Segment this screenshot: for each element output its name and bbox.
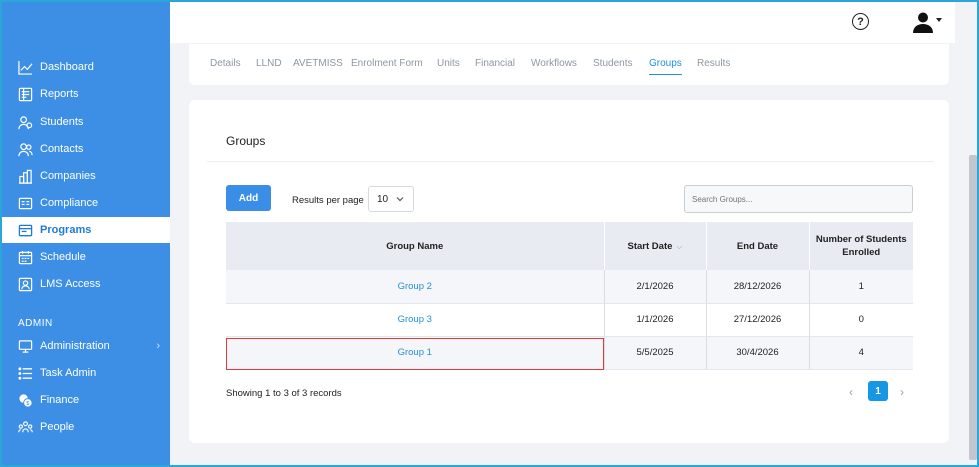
add-group-button[interactable]: Add: [226, 185, 271, 211]
groups-table: Group Name Start Date ⌵ End Date Number o…: [226, 222, 913, 370]
sidebar-item-label: Companies: [40, 170, 96, 182]
top-bar: ?: [170, 2, 955, 43]
pagination-page-button[interactable]: 1: [868, 381, 888, 401]
tab-details[interactable]: Details: [210, 58, 241, 69]
tab-students[interactable]: Students: [593, 58, 632, 69]
sidebar: Dashboard Reports Students Contacts Comp…: [2, 2, 170, 465]
tab-groups[interactable]: Groups: [649, 58, 682, 75]
tab-units[interactable]: Units: [437, 58, 460, 69]
sort-icon: ⌵: [676, 241, 683, 251]
records-info: Showing 1 to 3 of 3 records: [226, 388, 342, 399]
sidebar-item-task-admin[interactable]: Task Admin: [2, 360, 170, 386]
page-title: Groups: [226, 134, 266, 148]
report-icon: [18, 87, 33, 102]
lms-icon: [18, 277, 33, 292]
sidebar-item-label: Schedule: [40, 251, 86, 263]
program-tabs: Details LLND AVETMISS Enrolment Form Uni…: [189, 44, 949, 85]
end-date-cell: 30/4/2026: [706, 336, 810, 370]
students-icon: [18, 115, 33, 130]
sidebar-item-lms-access[interactable]: LMS Access: [2, 271, 170, 297]
sidebar-item-label: Task Admin: [40, 367, 97, 379]
enrolled-count-cell: 4: [809, 336, 913, 370]
results-per-page-select[interactable]: 10: [368, 186, 414, 212]
group-name-link[interactable]: Group 1: [398, 347, 432, 358]
enrolled-count-cell: 1: [809, 270, 913, 304]
results-per-page-label: Results per page: [292, 195, 364, 206]
sidebar-item-dashboard[interactable]: Dashboard: [2, 54, 170, 80]
table-row: Group 1 5/5/2025 30/4/2026 4: [226, 336, 913, 370]
companies-icon: [18, 169, 33, 184]
start-date-cell: 2/1/2026: [604, 270, 707, 304]
start-date-cell: 5/5/2025: [604, 336, 707, 370]
sidebar-item-reports[interactable]: Reports: [2, 81, 170, 107]
sidebar-item-finance[interactable]: $ Finance: [2, 387, 170, 413]
sidebar-section-admin: ADMIN: [18, 318, 53, 329]
sidebar-item-administration[interactable]: Administration ›: [2, 333, 170, 359]
help-icon[interactable]: ?: [852, 13, 869, 30]
search-groups-input[interactable]: [684, 185, 913, 213]
table-row: Group 3 1/1/2026 27/12/2026 0: [226, 303, 913, 337]
sidebar-item-label: Finance: [40, 394, 80, 406]
groups-card: Groups Add Results per page 10 Group Nam…: [189, 100, 949, 443]
people-icon: [18, 420, 33, 435]
pagination-next-button[interactable]: ›: [900, 385, 904, 399]
end-date-cell: 28/12/2026: [706, 270, 810, 304]
schedule-icon: [18, 250, 33, 265]
sidebar-item-students[interactable]: Students: [2, 109, 170, 135]
programs-icon: [18, 223, 33, 238]
column-header-students-enrolled[interactable]: Number of Students Enrolled: [809, 222, 913, 270]
tab-results[interactable]: Results: [697, 58, 730, 69]
sidebar-item-schedule[interactable]: Schedule: [2, 244, 170, 270]
sidebar-item-label: Dashboard: [40, 61, 94, 73]
administration-icon: [18, 339, 33, 354]
user-avatar-icon[interactable]: [912, 11, 934, 33]
tab-enrolment-form[interactable]: Enrolment Form: [351, 58, 423, 69]
compliance-icon: [18, 196, 33, 211]
results-per-page-value: 10: [377, 193, 389, 205]
sidebar-item-contacts[interactable]: Contacts: [2, 136, 170, 162]
divider: [207, 161, 934, 162]
finance-icon: $: [18, 393, 33, 408]
sidebar-item-label: Contacts: [40, 143, 84, 155]
tab-llnd[interactable]: LLND: [256, 58, 282, 69]
enrolled-count-cell: 0: [809, 303, 913, 337]
scrollbar-thumb[interactable]: [969, 155, 977, 460]
group-name-link[interactable]: Group 3: [398, 314, 432, 325]
table-row: Group 2 2/1/2026 28/12/2026 1: [226, 270, 913, 304]
sidebar-item-label: Administration: [40, 340, 110, 352]
sidebar-item-label: People: [40, 421, 75, 433]
sidebar-item-label: Compliance: [40, 197, 99, 209]
chevron-down-icon: [396, 197, 404, 202]
tab-avetmiss[interactable]: AVETMISS: [293, 58, 343, 69]
tab-financial[interactable]: Financial: [475, 58, 515, 69]
user-menu-caret-icon[interactable]: [936, 18, 942, 22]
main-content: ? Details LLND AVETMISS Enrolment Form U…: [170, 2, 955, 465]
end-date-cell: 27/12/2026: [706, 303, 810, 337]
column-header-group-name[interactable]: Group Name: [226, 222, 605, 270]
start-date-cell: 1/1/2026: [604, 303, 707, 337]
group-name-link[interactable]: Group 2: [398, 281, 432, 292]
sidebar-item-label: LMS Access: [40, 278, 101, 290]
chart-line-icon: [18, 60, 33, 75]
sidebar-item-compliance[interactable]: Compliance: [2, 190, 170, 216]
tab-workflows[interactable]: Workflows: [531, 58, 577, 69]
task-list-icon: [18, 366, 33, 381]
sidebar-item-label: Programs: [40, 224, 92, 236]
pagination-prev-button[interactable]: ‹: [849, 385, 853, 399]
sidebar-item-companies[interactable]: Companies: [2, 163, 170, 189]
contacts-icon: [18, 142, 33, 157]
sidebar-item-people[interactable]: People: [2, 414, 170, 440]
column-header-start-date[interactable]: Start Date ⌵: [604, 222, 707, 270]
sidebar-item-label: Students: [40, 116, 84, 128]
chevron-right-icon: ›: [156, 340, 160, 352]
sidebar-item-programs[interactable]: Programs: [2, 217, 170, 243]
column-header-end-date[interactable]: End Date: [706, 222, 810, 270]
sidebar-item-label: Reports: [40, 88, 79, 100]
